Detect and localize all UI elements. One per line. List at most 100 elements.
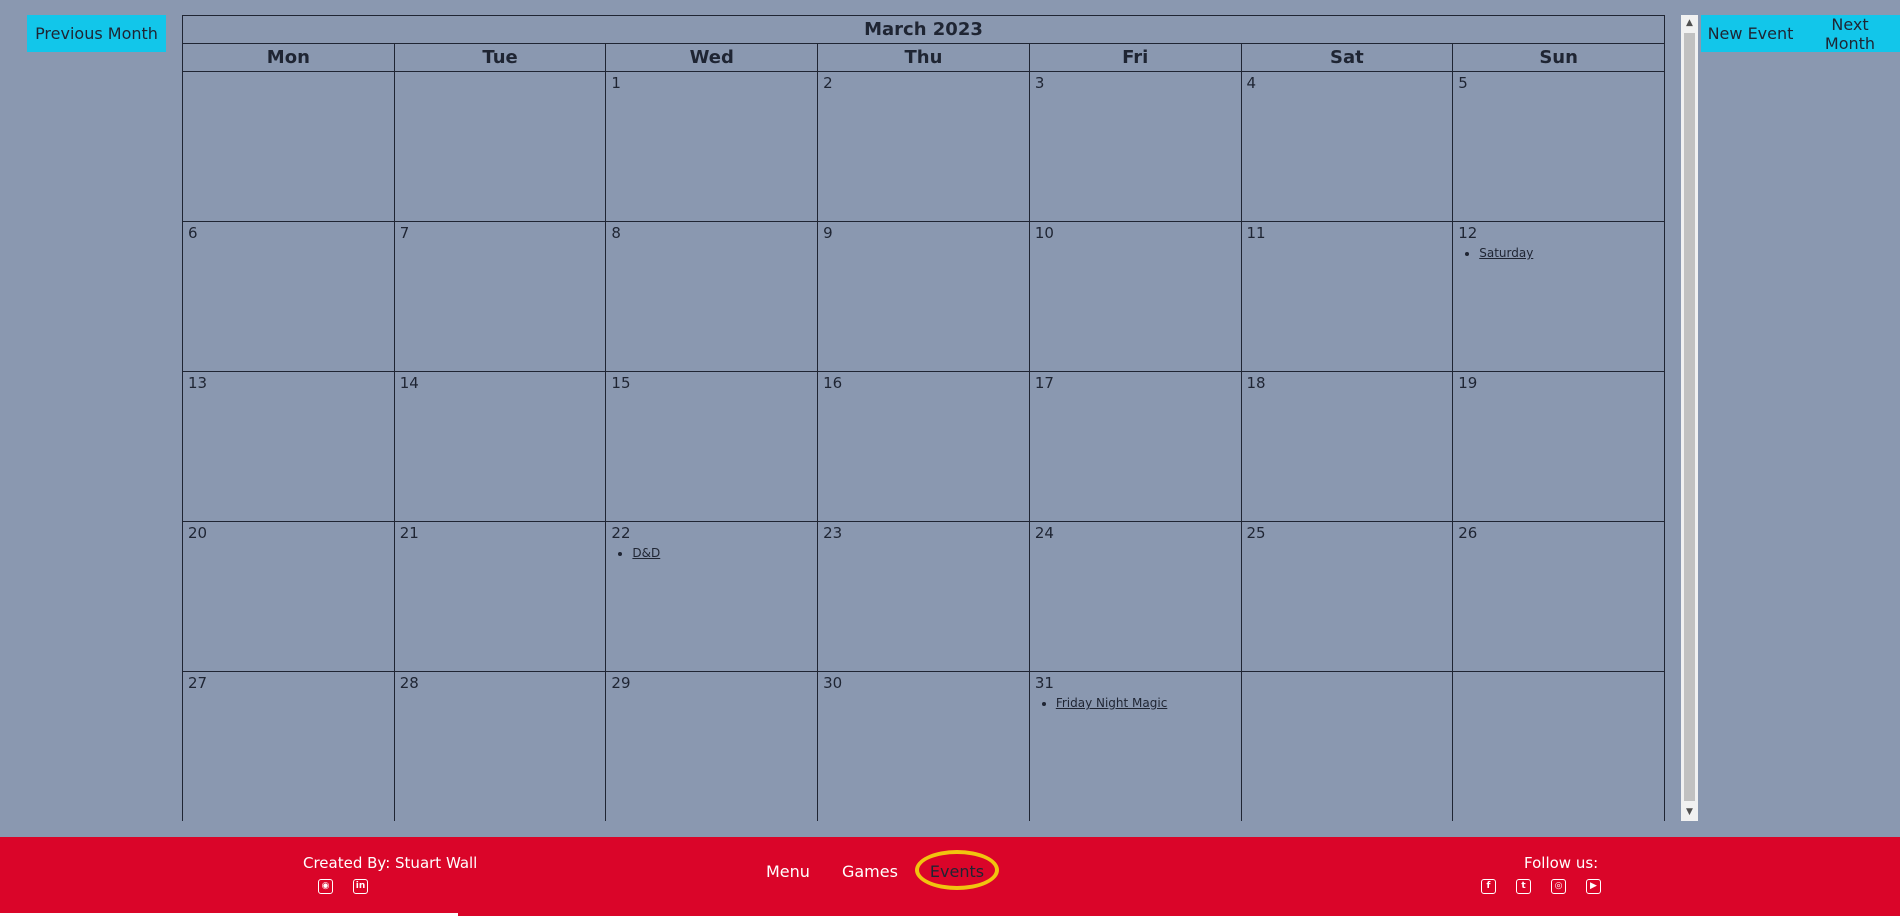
day-number: 4	[1246, 74, 1257, 92]
day-number: 31	[1034, 674, 1054, 692]
day-number: 28	[399, 674, 419, 692]
event-item: Friday Night Magic	[1056, 696, 1241, 711]
day-cell[interactable]: 30	[817, 671, 1030, 821]
weekday-header-sun: Sun	[1452, 43, 1665, 72]
day-number: 19	[1458, 374, 1478, 392]
day-cell[interactable]: 22D&D	[605, 521, 819, 672]
event-link[interactable]: Friday Night Magic	[1056, 696, 1168, 710]
day-cell[interactable]: 16	[817, 371, 1030, 522]
day-number: 15	[611, 374, 631, 392]
day-cell[interactable]	[393, 71, 607, 222]
event-list: D&D	[606, 546, 817, 561]
day-cell[interactable]: 23	[817, 521, 1030, 672]
day-number: 27	[188, 674, 208, 692]
day-cell[interactable]: 8	[605, 221, 819, 372]
follow-label: Follow us:	[1524, 854, 1599, 872]
day-cell[interactable]	[182, 71, 395, 222]
nav-link-menu[interactable]: Menu	[750, 862, 826, 881]
day-cell[interactable]	[1452, 671, 1665, 821]
day-cell[interactable]: 21	[393, 521, 607, 672]
weekday-header-wed: Wed	[605, 43, 819, 72]
day-cell[interactable]	[1240, 671, 1454, 821]
event-list: Saturday	[1453, 246, 1664, 261]
day-cell[interactable]: 19	[1452, 371, 1665, 522]
credit-icons: ◉ in	[318, 879, 368, 894]
day-number: 13	[188, 374, 208, 392]
footer-nav: Menu Games Events	[750, 850, 1000, 890]
calendar-week-row: 13 14 15 16 17 18 19	[182, 371, 1665, 522]
day-number: 8	[611, 224, 621, 242]
day-number	[1242, 672, 1453, 694]
day-cell[interactable]: 4	[1240, 71, 1454, 222]
day-cell[interactable]: 18	[1240, 371, 1454, 522]
day-cell[interactable]: 5	[1452, 71, 1665, 222]
day-cell[interactable]: 14	[393, 371, 607, 522]
day-number: 1	[611, 74, 621, 92]
day-number: 2	[823, 74, 833, 92]
day-number: 29	[611, 674, 631, 692]
day-number: 18	[1246, 374, 1266, 392]
nav-link-events[interactable]: Events	[914, 850, 1000, 890]
day-cell[interactable]: 26	[1452, 521, 1665, 672]
day-number: 21	[399, 524, 419, 542]
day-cell[interactable]: 29	[605, 671, 819, 821]
calendar-body: 123456789101112Saturday13141516171819202…	[182, 71, 1665, 821]
day-number: 3	[1034, 74, 1045, 92]
day-cell[interactable]: 11	[1240, 221, 1454, 372]
day-cell[interactable]: 9	[817, 221, 1030, 372]
previous-month-button[interactable]: Previous Month	[27, 15, 166, 52]
nav-link-games[interactable]: Games	[826, 862, 914, 881]
github-icon[interactable]: ◉	[318, 879, 333, 894]
twitter-icon[interactable]: t	[1516, 879, 1531, 894]
day-cell[interactable]: 12Saturday	[1452, 221, 1665, 372]
day-cell[interactable]: 31Friday Night Magic	[1028, 671, 1242, 821]
day-cell[interactable]: 3	[1028, 71, 1242, 222]
vertical-scrollbar[interactable]: ▲ ▼	[1681, 15, 1698, 821]
weekday-header-thu: Thu	[817, 43, 1030, 72]
day-number: 12	[1458, 224, 1478, 242]
day-cell[interactable]: 25	[1240, 521, 1454, 672]
day-number: 6	[188, 224, 198, 242]
day-cell[interactable]: 10	[1028, 221, 1242, 372]
new-event-button[interactable]: New Event	[1701, 15, 1800, 52]
day-number: 22	[611, 524, 631, 542]
event-link[interactable]: D&D	[632, 546, 660, 560]
day-cell[interactable]: 27	[182, 671, 395, 821]
calendar-week-row: 6 7 8 9 10 11 12Saturday	[182, 221, 1665, 372]
day-cell[interactable]: 20	[182, 521, 395, 672]
weekday-header-sat: Sat	[1240, 43, 1454, 72]
youtube-icon[interactable]: ▶	[1586, 879, 1601, 894]
weekday-header-mon: Mon	[182, 43, 395, 72]
scrollbar-thumb[interactable]	[1684, 33, 1695, 801]
event-item: Saturday	[1479, 246, 1664, 261]
day-cell[interactable]: 28	[393, 671, 607, 821]
scroll-up-icon[interactable]: ▲	[1681, 15, 1698, 32]
day-cell[interactable]: 17	[1028, 371, 1242, 522]
day-number: 26	[1458, 524, 1478, 542]
instagram-icon[interactable]: ◎	[1551, 879, 1566, 894]
day-cell[interactable]: 1	[605, 71, 819, 222]
day-cell[interactable]: 13	[182, 371, 395, 522]
weekday-header-row: Mon Tue Wed Thu Fri Sat Sun	[182, 43, 1665, 72]
day-cell[interactable]: 15	[605, 371, 819, 522]
day-number: 10	[1034, 224, 1054, 242]
day-cell[interactable]: 6	[182, 221, 395, 372]
calendar-week-row: 202122D&D23242526	[182, 521, 1665, 672]
scroll-down-icon[interactable]: ▼	[1681, 804, 1698, 821]
day-cell[interactable]: 24	[1028, 521, 1242, 672]
calendar-container: March 2023 Mon Tue Wed Thu Fri Sat Sun 1234567…	[182, 15, 1685, 821]
next-month-button[interactable]: Next Month	[1800, 15, 1900, 53]
site-footer: Created By: Stuart Wall ◉ in Menu Games Eve…	[0, 837, 1900, 916]
day-cell[interactable]: 7	[393, 221, 607, 372]
day-number: 14	[399, 374, 419, 392]
month-title: March 2023	[182, 15, 1665, 44]
day-number: 9	[823, 224, 833, 242]
day-number: 16	[823, 374, 843, 392]
day-number: 24	[1034, 524, 1054, 542]
event-link[interactable]: Saturday	[1479, 246, 1533, 260]
day-cell[interactable]: 2	[817, 71, 1030, 222]
facebook-icon[interactable]: f	[1481, 879, 1496, 894]
linkedin-icon[interactable]: in	[353, 879, 368, 894]
footer-credit: Created By: Stuart Wall	[303, 854, 478, 872]
calendar-table: March 2023 Mon Tue Wed Thu Fri Sat Sun 1234567…	[182, 15, 1665, 821]
